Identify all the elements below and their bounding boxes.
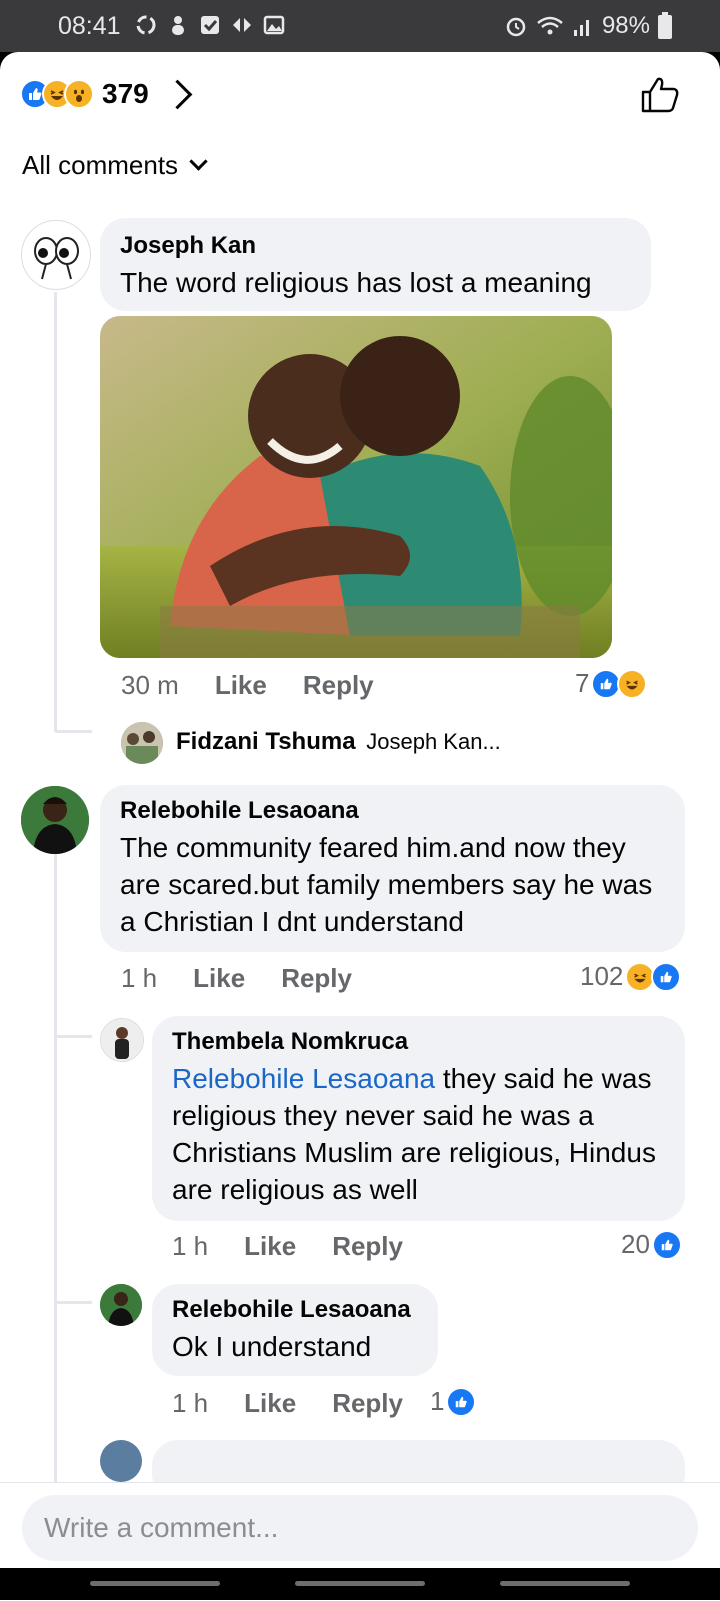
like-post-icon[interactable] <box>640 76 680 114</box>
reply-actions: 1 h Like Reply <box>172 1231 439 1262</box>
like-reaction-icon <box>651 961 682 992</box>
reply-author[interactable]: Relebohile Lesaoana <box>172 1296 418 1324</box>
notification-icons <box>135 14 285 36</box>
nav-recents-handle[interactable] <box>500 1581 630 1586</box>
image-icon <box>263 15 285 35</box>
thread-line <box>54 854 57 1482</box>
comment-text: The word religious has lost a meaning <box>120 267 592 298</box>
reply-button[interactable]: Reply <box>303 670 374 701</box>
battery-icon <box>658 12 672 39</box>
reaction-count: 1 <box>430 1386 445 1416</box>
reply-actions: 1 h Like Reply <box>172 1388 439 1419</box>
comment-timestamp: 1 h <box>121 963 158 993</box>
comment-bubble[interactable]: Relebohile Lesaoana The community feared… <box>100 785 685 952</box>
wow-reaction-icon <box>64 79 94 109</box>
comment-author[interactable]: Relebohile Lesaoana <box>120 797 665 825</box>
reaction-count: 379 <box>102 78 149 109</box>
avatar-relebohile-lesaoana[interactable] <box>21 786 89 854</box>
comment-photo[interactable] <box>100 316 612 658</box>
reply-text: Ok I understand <box>172 1331 372 1362</box>
comment-actions: 1 h Like Reply <box>121 963 388 994</box>
mention-link[interactable]: Relebohile Lesaoana <box>172 1063 435 1094</box>
thread-line <box>54 292 57 732</box>
wifi-icon <box>537 16 563 35</box>
reply-bubble[interactable] <box>152 1440 685 1482</box>
reply-author[interactable]: Thembela Nomkruca <box>172 1028 665 1056</box>
comment-filter-dropdown[interactable]: All comments <box>22 150 208 181</box>
avatar-thembela-nomkruca[interactable] <box>100 1018 144 1062</box>
comment-actions: 30 m Like Reply <box>121 670 410 701</box>
reply-reactions[interactable]: 1 <box>430 1386 477 1417</box>
nav-home-handle[interactable] <box>295 1581 425 1586</box>
reply-preview[interactable]: Fidzani Tshuma Joseph Kan... <box>176 728 501 756</box>
reply-text-container: Relebohile Lesaoana they said he was rel… <box>172 1060 665 1208</box>
avatar-joseph-kan[interactable] <box>21 220 91 290</box>
system-indicators: 98% <box>504 12 650 40</box>
like-button[interactable]: Like <box>244 1231 296 1262</box>
thread-branch <box>54 1301 92 1304</box>
reply-bubble[interactable]: Relebohile Lesaoana Ok I understand <box>152 1284 438 1376</box>
alarm-icon <box>506 17 526 37</box>
avatar-next-reply[interactable] <box>100 1440 142 1482</box>
recycle-icon <box>136 15 156 35</box>
reply-button[interactable]: Reply <box>281 963 352 994</box>
checkbox-icon <box>201 16 219 34</box>
person-icon <box>172 16 184 35</box>
reply-timestamp: 1 h <box>172 1231 209 1261</box>
reply-button[interactable]: Reply <box>332 1388 403 1419</box>
like-button[interactable]: Like <box>215 670 267 701</box>
comments-sheet: 379 All comments Joseph Kan The word rel… <box>0 52 720 1482</box>
system-navigation-bar <box>0 1568 720 1600</box>
reply-timestamp: 1 h <box>172 1388 209 1418</box>
like-button[interactable]: Like <box>193 963 245 994</box>
thread-branch <box>54 1035 92 1038</box>
avatar-fidzani-tshuma[interactable] <box>121 722 163 764</box>
like-button[interactable]: Like <box>244 1388 296 1419</box>
avatar-relebohile-lesaoana[interactable] <box>100 1284 142 1326</box>
reply-button[interactable]: Reply <box>332 1231 403 1262</box>
comment-input[interactable]: Write a comment... <box>22 1495 698 1561</box>
comment-author[interactable]: Joseph Kan <box>120 232 631 260</box>
chevron-right-icon <box>162 79 193 109</box>
comment-reactions[interactable]: 102 <box>580 961 682 992</box>
reply-preview-author: Fidzani Tshuma <box>176 728 356 755</box>
reaction-count: 20 <box>621 1229 650 1259</box>
reply-bubble[interactable]: Thembela Nomkruca Relebohile Lesaoana th… <box>152 1016 685 1221</box>
reaction-count: 7 <box>575 668 590 698</box>
nav-back-handle[interactable] <box>90 1581 220 1586</box>
comment-reactions[interactable]: 7 <box>575 668 648 699</box>
chevron-down-icon <box>189 152 208 171</box>
reaction-count: 102 <box>580 961 624 991</box>
comment-text: The community feared him.and now they ar… <box>120 832 653 937</box>
status-bar: 08:41 98% <box>0 0 720 52</box>
thread-branch <box>54 730 92 733</box>
filter-label: All comments <box>22 150 179 180</box>
haha-reaction-icon <box>617 668 648 699</box>
arrows-icon <box>233 18 251 32</box>
like-reaction-icon <box>446 1386 477 1417</box>
like-reaction-icon <box>651 1229 682 1260</box>
reaction-summary[interactable]: 379 <box>20 74 193 114</box>
clock: 08:41 <box>58 12 121 40</box>
comment-timestamp: 30 m <box>121 670 179 700</box>
reply-preview-text: Joseph Kan... <box>366 729 501 754</box>
signal-icon <box>573 20 589 36</box>
comment-bubble[interactable]: Joseph Kan The word religious has lost a… <box>100 218 651 311</box>
reply-reactions[interactable]: 20 <box>621 1229 682 1260</box>
battery-percent: 98% <box>601 12 650 39</box>
